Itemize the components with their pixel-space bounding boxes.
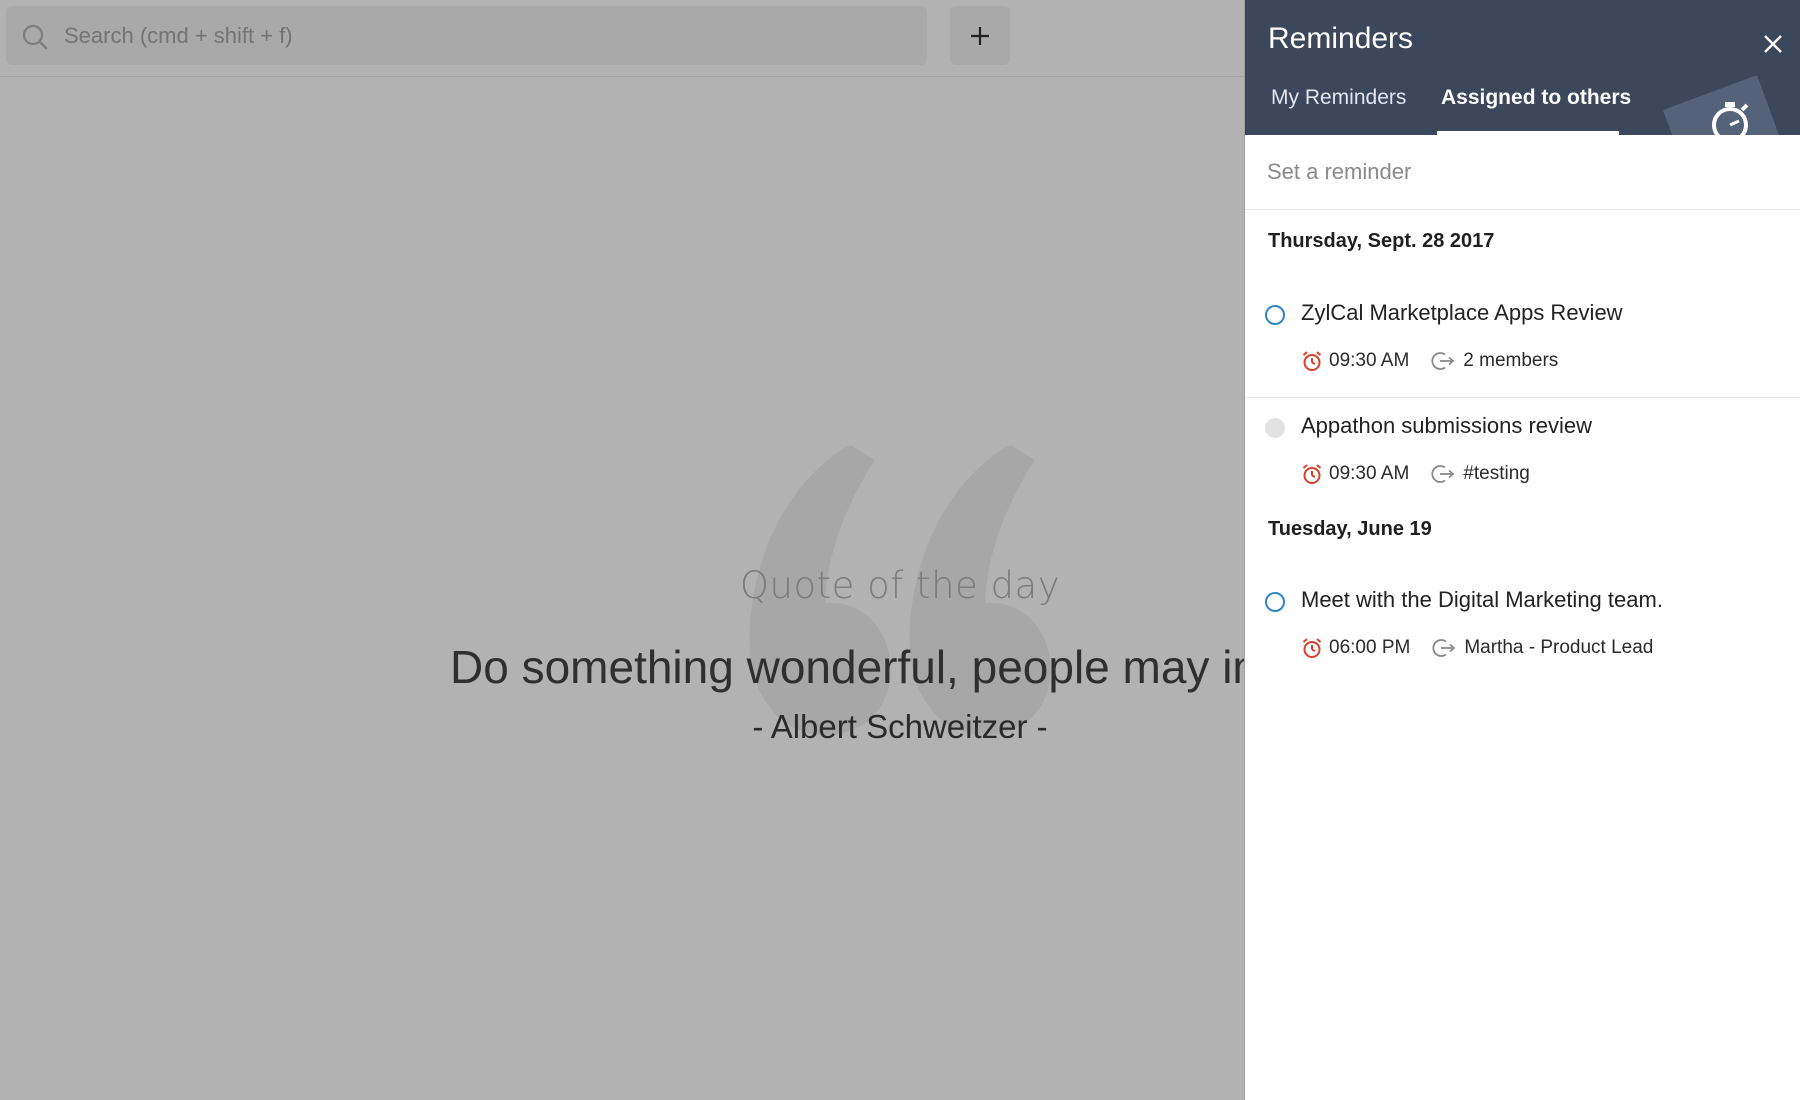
reminder-meta: 06:00 PM Martha - Product Lead <box>1301 635 1653 661</box>
screen: Quote of the day Do something wonderful,… <box>0 0 1800 1100</box>
panel-header: Reminders My Reminders Assigned to other… <box>1245 0 1800 135</box>
set-reminder-bar <box>1245 135 1800 210</box>
reminder-title: ZylCal Marketplace Apps Review <box>1301 300 1623 325</box>
tab-assigned-to-others[interactable]: Assigned to others <box>1441 86 1631 110</box>
status-circle-open[interactable] <box>1265 592 1285 612</box>
set-reminder-input[interactable] <box>1267 135 1777 209</box>
plus-icon <box>971 26 989 45</box>
search-input[interactable] <box>64 6 904 65</box>
panel-title: Reminders <box>1268 22 1414 55</box>
tab-my-reminders[interactable]: My Reminders <box>1271 86 1406 110</box>
date-heading: Tuesday, June 19 <box>1268 518 1432 540</box>
status-circle-completed[interactable] <box>1265 418 1285 438</box>
alarm-clock-icon <box>1302 638 1322 658</box>
quote-text: Do something wonderful, people may imit <box>450 641 1294 693</box>
reminder-meta: 09:30 AM 2 members <box>1301 348 1558 374</box>
date-heading: Thursday, Sept. 28 2017 <box>1268 230 1495 252</box>
reminder-item[interactable]: Meet with the Digital Marketing team. 06… <box>1245 573 1800 685</box>
quote-heading: Quote of the day <box>739 564 1061 607</box>
reminders-panel: Reminders My Reminders Assigned to other… <box>1244 0 1800 1100</box>
add-button[interactable] <box>950 6 1010 65</box>
reminder-assignee: #testing <box>1463 463 1530 484</box>
reminder-time: 09:30 AM <box>1329 463 1410 484</box>
alarm-clock-icon <box>1302 351 1322 371</box>
reminder-time: 06:00 PM <box>1329 637 1411 658</box>
reminder-item[interactable]: ZylCal Marketplace Apps Review 09:30 AM … <box>1245 286 1800 398</box>
search-box[interactable] <box>6 6 927 65</box>
close-icon <box>1764 35 1782 53</box>
top-bar <box>0 0 1244 77</box>
assign-arrow-icon <box>1431 465 1455 483</box>
stopwatch-decoration-icon <box>1663 75 1779 135</box>
reminder-assignee: 2 members <box>1463 350 1559 371</box>
status-circle-open[interactable] <box>1265 305 1285 325</box>
assign-arrow-icon <box>1431 352 1455 370</box>
reminder-title: Appathon submissions review <box>1301 413 1593 438</box>
alarm-clock-icon <box>1302 464 1322 484</box>
reminder-title: Meet with the Digital Marketing team. <box>1301 587 1663 612</box>
reminder-meta: 09:30 AM #testing <box>1301 461 1530 487</box>
search-icon <box>22 24 48 50</box>
close-button[interactable] <box>1757 28 1789 60</box>
assign-arrow-icon <box>1432 639 1456 657</box>
reminder-item[interactable]: Appathon submissions review 09:30 AM #te… <box>1245 399 1800 511</box>
quote-author: - Albert Schweitzer - <box>752 708 1048 745</box>
reminder-time: 09:30 AM <box>1329 350 1410 371</box>
reminder-assignee: Martha - Product Lead <box>1464 637 1654 658</box>
